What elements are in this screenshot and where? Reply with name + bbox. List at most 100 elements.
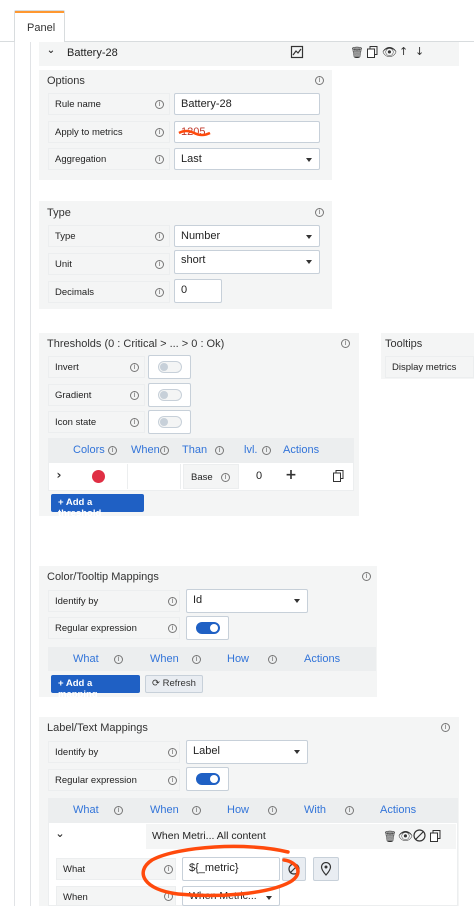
info-icon[interactable]: i — [160, 446, 169, 455]
regex-toggle-box — [186, 616, 229, 640]
info-icon[interactable]: i — [215, 446, 224, 455]
chevron-down-icon[interactable]: ⌄ — [54, 827, 66, 841]
info-icon[interactable]: i — [345, 806, 354, 815]
col-what: What — [73, 653, 99, 665]
info-icon[interactable]: i — [168, 776, 177, 785]
col-how: How — [227, 653, 250, 665]
info-icon[interactable]: i — [262, 446, 271, 455]
refresh-icon: ⟳ — [152, 678, 163, 689]
col-lvl: lvl. — [244, 444, 258, 456]
trash-icon[interactable]: 🗑 — [383, 830, 397, 843]
rule-header-title: Battery-28 — [67, 47, 118, 59]
add-mapping-button[interactable]: + Add a mapping — [51, 675, 140, 700]
col-when: When — [150, 653, 179, 665]
gradient-toggle[interactable] — [158, 389, 182, 401]
aggregation-label: Aggregation — [48, 148, 170, 170]
identify-by-select[interactable]: Label — [186, 740, 308, 764]
col-colors: Colors — [73, 444, 105, 456]
tab-panel[interactable]: Panel — [14, 10, 65, 42]
info-icon[interactable]: i — [441, 723, 450, 732]
threshold-when-cell — [127, 464, 181, 489]
refresh-button[interactable]: ⟳ Refresh — [145, 675, 203, 693]
rule-name-input[interactable]: Battery-28 — [174, 93, 320, 115]
info-icon[interactable]: i — [130, 418, 139, 427]
icon-state-toggle-box — [148, 410, 191, 434]
copy-icon[interactable] — [332, 470, 344, 482]
arrow-down-icon[interactable]: ↓ — [415, 45, 424, 58]
copy-icon[interactable] — [429, 830, 441, 842]
aggregation-select[interactable]: Last — [174, 148, 320, 170]
info-icon[interactable]: i — [268, 806, 277, 815]
gradient-toggle-box — [148, 383, 191, 407]
identify-by-label: Identify by — [48, 741, 180, 763]
col-than: Than — [182, 444, 208, 456]
plus-icon: + — [58, 678, 66, 689]
icon-state-toggle[interactable] — [158, 416, 182, 428]
regex-label: Regular expression — [48, 617, 180, 639]
unit-select[interactable]: short — [174, 250, 320, 274]
arrow-up-icon[interactable]: ↑ — [399, 45, 408, 58]
identify-by-select[interactable]: Id — [186, 589, 308, 613]
col-when: When — [131, 444, 160, 456]
info-icon[interactable]: i — [192, 655, 201, 664]
chart-edit-icon[interactable] — [290, 45, 304, 59]
eye-icon[interactable]: 👁 — [398, 829, 413, 843]
left-rail — [14, 42, 15, 906]
info-icon[interactable]: i — [155, 128, 164, 137]
info-icon[interactable]: i — [168, 624, 177, 633]
info-icon[interactable]: i — [130, 391, 139, 400]
color-mappings-title: Color/Tooltip Mappings — [47, 571, 159, 583]
unit-label: Unit — [48, 253, 170, 275]
info-icon[interactable]: i — [315, 208, 324, 217]
info-icon[interactable]: i — [114, 655, 123, 664]
plus-icon[interactable]: + — [285, 467, 297, 483]
identify-by-label: Identify by — [48, 590, 180, 612]
col-what: What — [73, 804, 99, 816]
info-icon[interactable]: i — [221, 473, 230, 482]
info-icon[interactable]: i — [155, 155, 164, 164]
plus-icon: + — [58, 497, 66, 508]
chevron-down-icon[interactable]: ⌄ — [45, 45, 57, 59]
thresholds-title: Thresholds (0 : Critical > ... > 0 : Ok) — [47, 338, 225, 350]
info-icon[interactable]: i — [362, 572, 371, 581]
info-icon[interactable]: i — [168, 748, 177, 757]
info-icon[interactable]: i — [130, 363, 139, 372]
annotation-circle — [141, 844, 300, 898]
info-icon[interactable]: i — [155, 232, 164, 241]
add-threshold-button[interactable]: + Add a threshold — [51, 494, 144, 519]
threshold-lvl-value[interactable]: 0 — [256, 470, 262, 482]
chevron-right-icon[interactable]: › — [54, 468, 64, 482]
left-rail-inner — [30, 42, 31, 906]
col-when: When — [150, 804, 179, 816]
info-icon[interactable]: i — [155, 288, 164, 297]
info-icon[interactable]: i — [108, 446, 117, 455]
options-title: Options — [47, 75, 85, 87]
invert-toggle[interactable] — [158, 361, 182, 373]
info-icon[interactable]: i — [192, 806, 201, 815]
col-actions: Actions — [283, 444, 320, 456]
col-with: With — [304, 804, 326, 816]
info-icon[interactable]: i — [341, 339, 350, 348]
info-icon[interactable]: i — [168, 597, 177, 606]
refresh-label: Refresh — [162, 678, 196, 689]
info-icon[interactable]: i — [155, 100, 164, 109]
regex-toggle-box — [186, 767, 229, 791]
regex-toggle[interactable] — [196, 622, 220, 634]
location-button[interactable] — [313, 857, 339, 881]
threshold-color-swatch[interactable] — [92, 470, 105, 483]
info-icon[interactable]: i — [268, 655, 277, 664]
info-icon[interactable]: i — [315, 76, 324, 85]
info-icon[interactable]: i — [114, 806, 123, 815]
bookmark-off-icon[interactable] — [413, 829, 426, 842]
rule-name-label: Rule name — [48, 93, 170, 115]
redaction-scribble — [178, 129, 211, 137]
eye-icon[interactable]: 👁 — [382, 45, 397, 59]
type-select[interactable]: Number — [174, 225, 320, 247]
regex-toggle[interactable] — [196, 773, 220, 785]
regex-label: Regular expression — [48, 769, 180, 791]
decimals-input[interactable]: 0 — [174, 279, 222, 303]
info-icon[interactable]: i — [155, 260, 164, 269]
type-title: Type — [47, 207, 71, 219]
copy-icon[interactable] — [366, 46, 378, 58]
trash-icon[interactable]: 🗑 — [350, 46, 364, 59]
